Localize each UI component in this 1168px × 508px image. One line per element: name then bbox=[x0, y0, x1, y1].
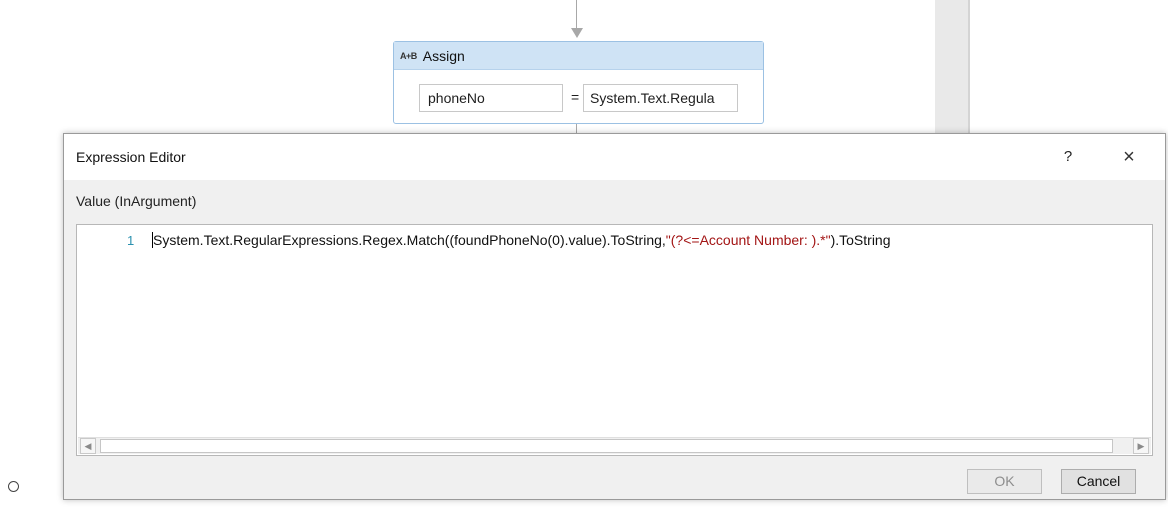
assign-equals-sign: = bbox=[571, 89, 580, 105]
close-icon[interactable]: × bbox=[1112, 143, 1146, 171]
designer-side-strip bbox=[935, 0, 969, 135]
assign-title: Assign bbox=[422, 47, 465, 64]
help-button[interactable]: ? bbox=[1054, 143, 1082, 171]
assign-header: A+B Assign bbox=[394, 42, 763, 70]
assign-activity[interactable]: A+B Assign phoneNo = System.Text.Regula bbox=[393, 41, 764, 124]
expression-editor-dialog: Expression Editor ? × Value (InArgument)… bbox=[63, 133, 1166, 500]
horizontal-scrollbar[interactable]: ◀ ▶ bbox=[78, 437, 1151, 454]
code-text: System.Text.RegularExpressions.Regex.Mat… bbox=[153, 232, 666, 248]
line-number: 1 bbox=[127, 233, 135, 248]
scroll-left-icon[interactable]: ◀ bbox=[80, 438, 96, 454]
cancel-button[interactable]: Cancel bbox=[1061, 469, 1136, 494]
dialog-titlebar: Expression Editor ? × bbox=[64, 134, 1165, 180]
code-text-end: ).ToString bbox=[830, 232, 891, 248]
assign-to-field[interactable]: phoneNo bbox=[419, 84, 563, 112]
code-string-literal: "(?<=Account Number: ).*" bbox=[665, 232, 831, 248]
ok-button[interactable]: OK bbox=[967, 469, 1042, 494]
circle-bullet-icon bbox=[8, 481, 19, 492]
dialog-title: Expression Editor bbox=[76, 149, 186, 165]
expression-code[interactable]: System.Text.RegularExpressions.Regex.Mat… bbox=[152, 232, 891, 248]
assign-value-field[interactable]: System.Text.Regula bbox=[583, 84, 738, 112]
flow-connector bbox=[576, 0, 577, 28]
assign-icon: A+B bbox=[400, 50, 417, 61]
value-label: Value (InArgument) bbox=[76, 193, 197, 209]
document-top-text bbox=[0, 0, 1168, 8]
scrollbar-thumb[interactable] bbox=[100, 439, 1113, 453]
scroll-right-icon[interactable]: ▶ bbox=[1133, 438, 1149, 454]
designer-divider bbox=[968, 0, 970, 135]
expression-editor-textarea[interactable]: 1 System.Text.RegularExpressions.Regex.M… bbox=[76, 224, 1153, 456]
arrow-down-icon bbox=[571, 28, 583, 38]
